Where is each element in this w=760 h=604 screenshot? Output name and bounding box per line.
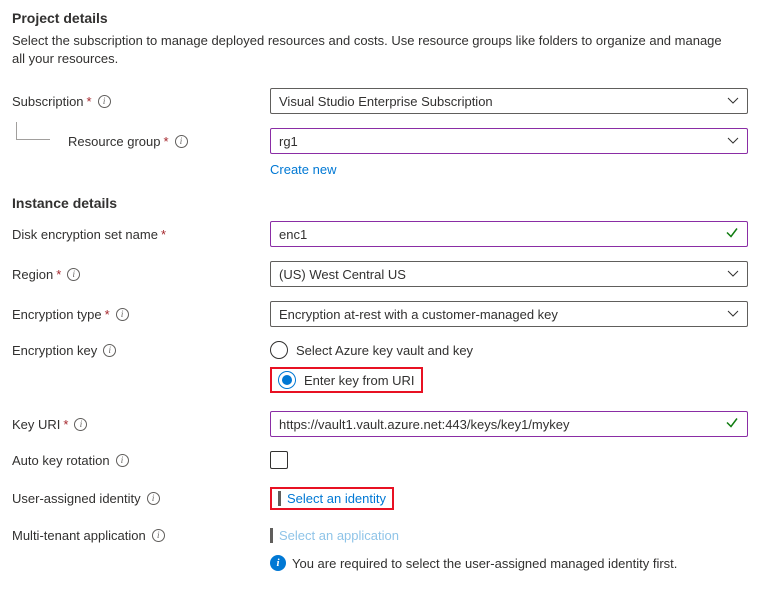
region-select[interactable]: (US) West Central US xyxy=(270,261,748,287)
radio-icon xyxy=(278,371,296,389)
key-uri-input[interactable]: https://vault1.vault.azure.net:443/keys/… xyxy=(270,411,748,437)
select-identity-link[interactable]: Select an identity xyxy=(287,491,386,506)
auto-key-rotation-checkbox[interactable] xyxy=(270,451,288,469)
create-new-link[interactable]: Create new xyxy=(270,162,336,177)
user-assigned-identity-label: User-assigned identity i xyxy=(12,491,270,506)
encryption-type-label: Encryption type* i xyxy=(12,307,270,322)
check-icon xyxy=(725,226,739,243)
encryption-type-select[interactable]: Encryption at-rest with a customer-manag… xyxy=(270,301,748,327)
chevron-down-icon xyxy=(727,135,739,147)
project-details-heading: Project details xyxy=(12,10,748,26)
info-icon[interactable]: i xyxy=(67,268,80,281)
encryption-key-label: Encryption key i xyxy=(12,341,270,358)
info-icon[interactable]: i xyxy=(74,418,87,431)
info-icon: i xyxy=(270,555,286,571)
region-label: Region* i xyxy=(12,267,270,282)
info-icon[interactable]: i xyxy=(175,135,188,148)
info-icon[interactable]: i xyxy=(152,529,165,542)
project-details-description: Select the subscription to manage deploy… xyxy=(12,32,732,68)
resource-group-label: Resource group* i xyxy=(12,134,270,149)
disk-encryption-set-name-input[interactable]: enc1 xyxy=(270,221,748,247)
instance-details-heading: Instance details xyxy=(12,195,748,211)
chevron-down-icon xyxy=(727,308,739,320)
highlight-box: Enter key from URI xyxy=(270,367,423,393)
check-icon xyxy=(725,416,739,433)
highlight-box: Select an identity xyxy=(270,487,394,510)
disk-encryption-set-name-label: Disk encryption set name* xyxy=(12,227,270,242)
info-icon[interactable]: i xyxy=(103,344,116,357)
chevron-down-icon xyxy=(727,268,739,280)
chevron-down-icon xyxy=(727,95,739,107)
key-uri-label: Key URI* i xyxy=(12,417,270,432)
resource-group-select[interactable]: rg1 xyxy=(270,128,748,154)
radio-icon xyxy=(270,341,288,359)
info-icon[interactable]: i xyxy=(116,308,129,321)
radio-select-key-vault[interactable]: Select Azure key vault and key xyxy=(270,341,748,359)
select-application-link: Select an application xyxy=(279,528,399,543)
info-icon[interactable]: i xyxy=(98,95,111,108)
subscription-select[interactable]: Visual Studio Enterprise Subscription xyxy=(270,88,748,114)
info-icon[interactable]: i xyxy=(147,492,160,505)
info-icon[interactable]: i xyxy=(116,454,129,467)
subscription-label: Subscription* i xyxy=(12,94,270,109)
radio-enter-key-uri[interactable]: Enter key from URI xyxy=(278,371,415,389)
auto-key-rotation-label: Auto key rotation i xyxy=(12,453,270,468)
multi-tenant-info: i You are required to select the user-as… xyxy=(270,555,748,571)
multi-tenant-app-label: Multi-tenant application i xyxy=(12,528,270,543)
